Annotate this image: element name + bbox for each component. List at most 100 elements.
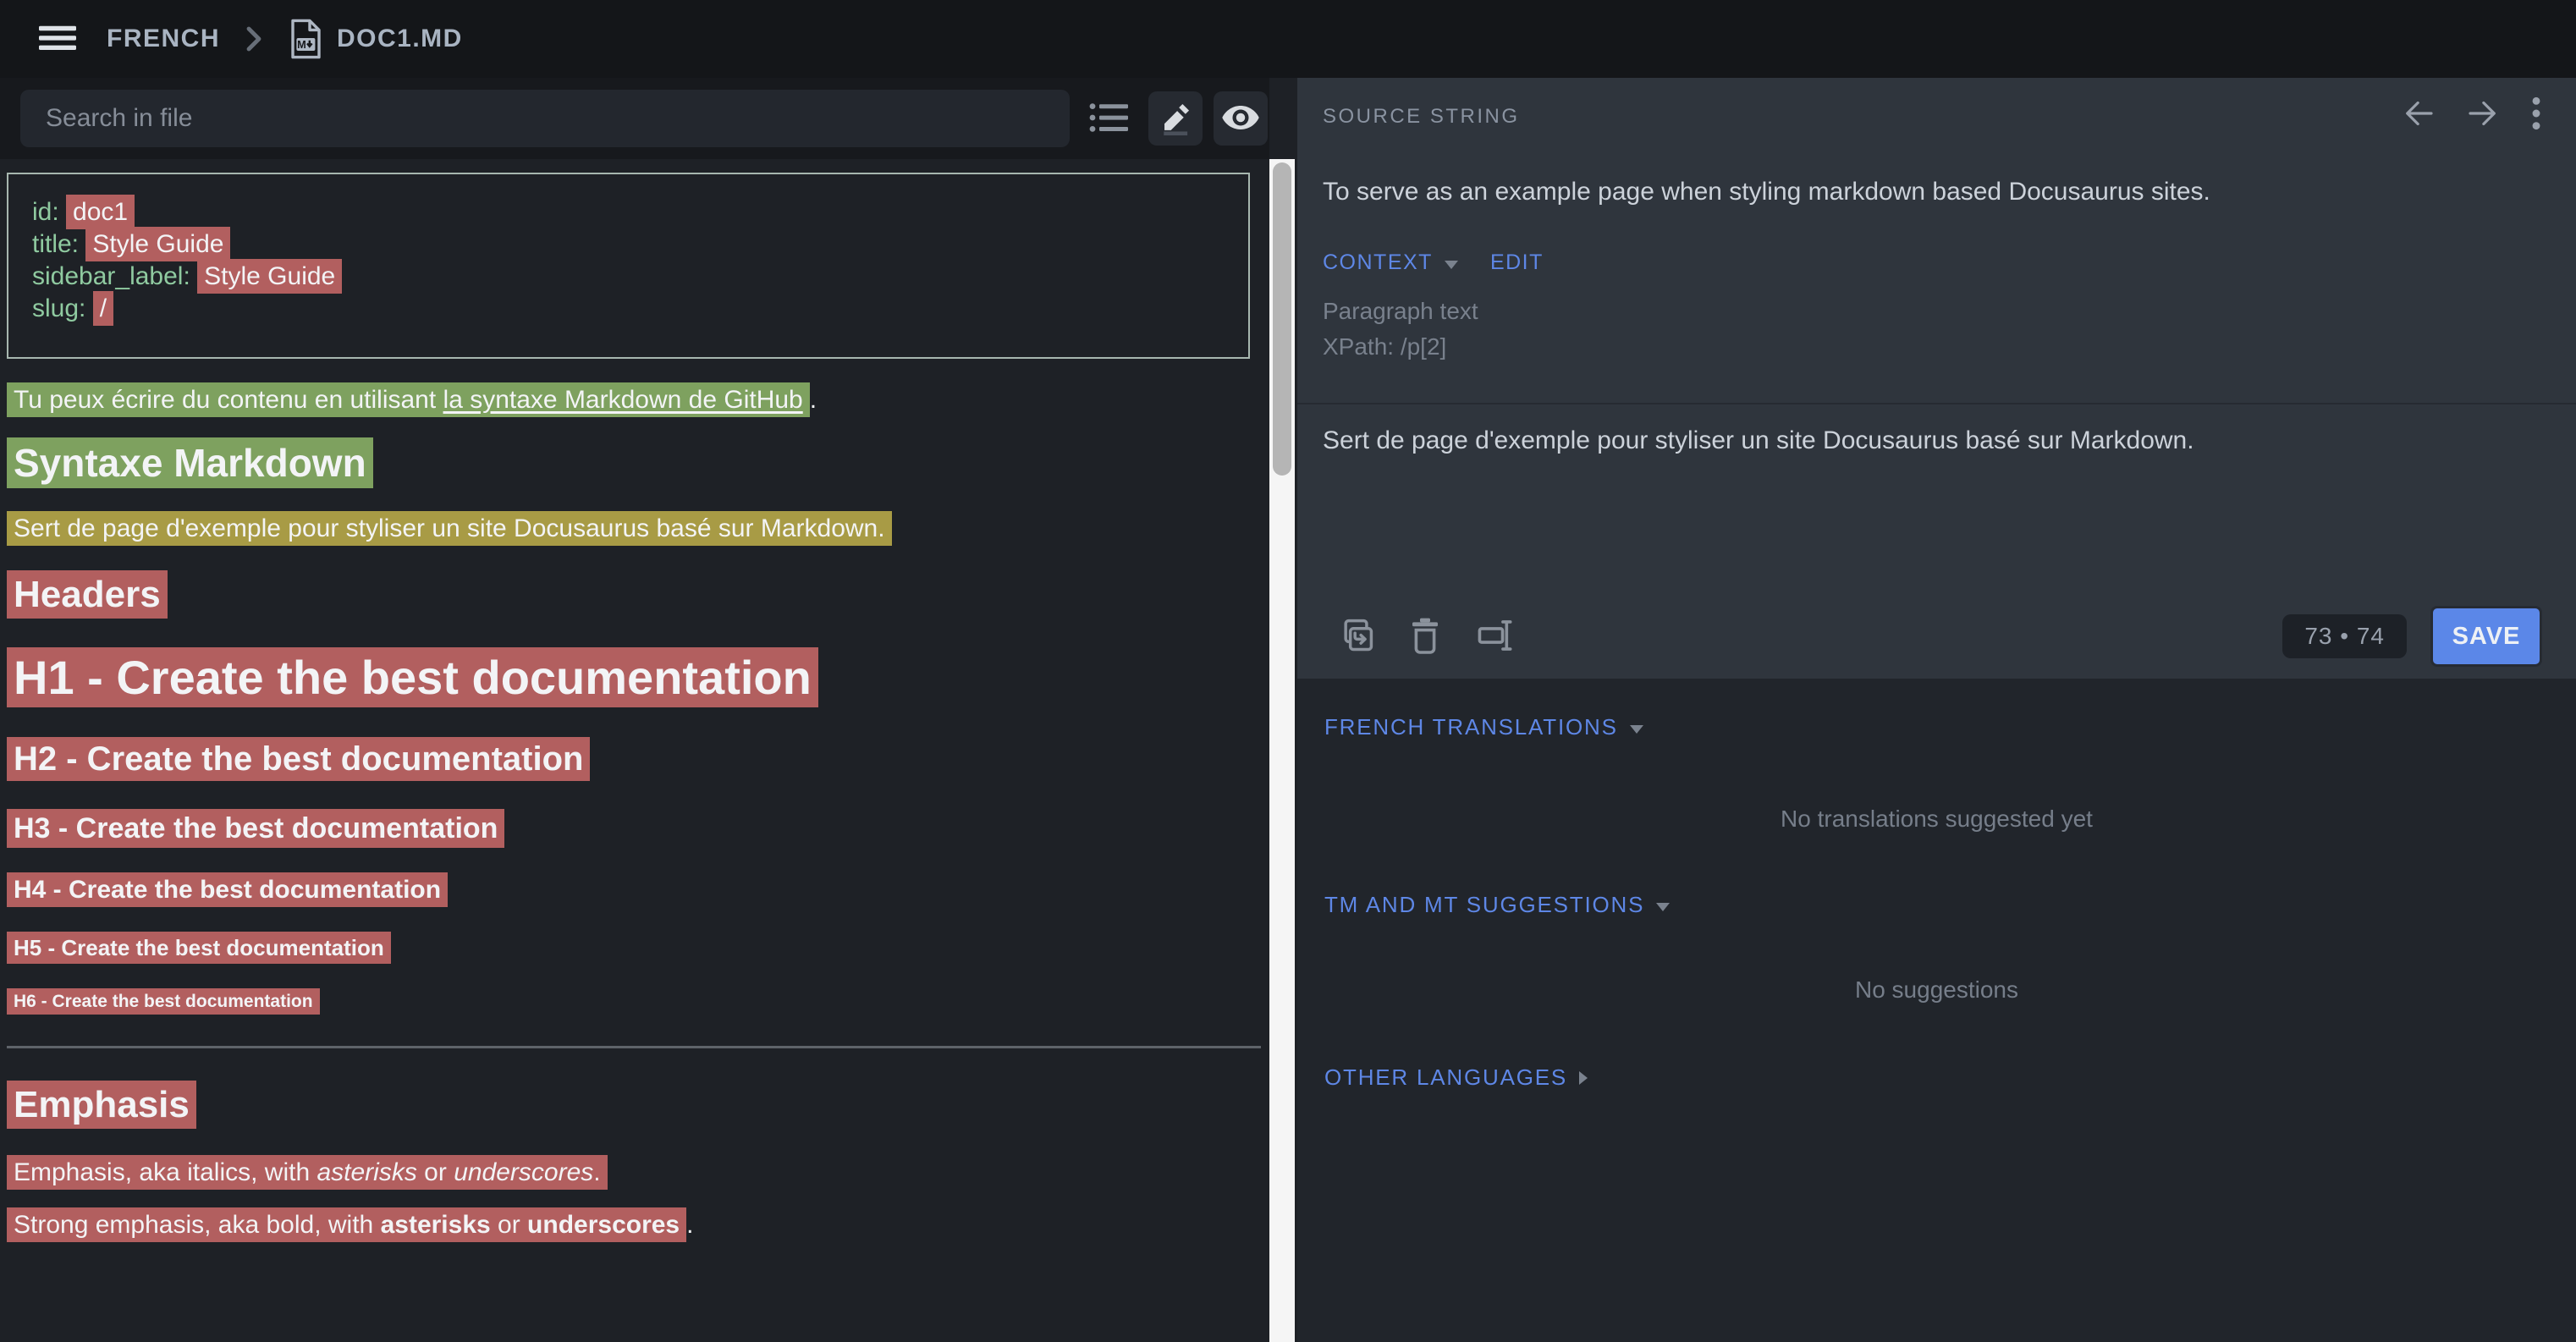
source-string-highlight[interactable]: Headers [7,570,168,619]
search-input[interactable] [20,90,1070,147]
chevron-right-icon [245,25,262,52]
file-toolbar [0,78,1269,159]
frontmatter-line: sidebar_label: Style Guide [32,261,1231,293]
emphasis-text: . [593,1158,600,1186]
next-string-button[interactable] [2466,96,2500,133]
intro-period: . [810,386,817,414]
frontmatter-line: id: doc1 [32,196,1231,228]
previous-string-button[interactable] [2402,96,2436,133]
source-string-highlight[interactable]: H2 - Create the best documentation [7,737,590,781]
preview-mode-button[interactable] [1214,91,1268,146]
strong-bold: underscores [527,1211,680,1239]
translation-side-panel: SOURCE STRING To serve as an example pag… [1297,78,2576,1342]
text-cursor-icon [1475,618,1514,656]
copy-source-icon [1338,617,1375,657]
emphasis-text: or [417,1158,454,1186]
delete-translation-button[interactable] [1411,617,1439,657]
breadcrumb-file[interactable]: DOC1.MD [337,25,463,53]
triangle-down-icon [1445,261,1458,269]
document-scrollbar[interactable] [1269,159,1295,1342]
source-string-highlight[interactable]: / [93,291,113,326]
intro-link[interactable]: la syntaxe Markdown de GitHub [443,386,803,414]
scrollbar-thumb[interactable] [1273,162,1291,476]
source-string-highlight[interactable]: H4 - Create the best documentation [7,872,448,907]
string-navigation [2402,96,2542,133]
translation-textarea[interactable]: Sert de page d'exemple pour styliser un … [1323,426,2539,596]
section-title: TM AND MT SUGGESTIONS [1324,892,1644,918]
tm-mt-suggestions-section-toggle[interactable]: TM AND MT SUGGESTIONS [1324,892,1670,918]
suggestions-empty-state: No suggestions [1297,976,2576,1004]
document-preview: id: doc1 title: Style Guide sidebar_labe… [0,159,1269,1342]
source-string-highlight[interactable]: Emphasis, aka italics, with asterisks or… [7,1155,608,1190]
context-type: Paragraph text [1323,298,1478,325]
doc-paragraph-emphasis: Emphasis, aka italics, with asterisks or… [7,1158,1269,1187]
suggestions-area: FRENCH TRANSLATIONS No translations sugg… [1297,679,2576,1342]
strong-period: . [686,1211,693,1239]
triangle-down-icon [1656,903,1670,911]
emphasis-text: Emphasis, aka italics, with [14,1158,316,1186]
source-string-highlight[interactable]: H5 - Create the best documentation [7,932,391,964]
context-label: CONTEXT [1323,250,1433,275]
save-button[interactable]: SAVE [2430,606,2542,667]
source-string-highlight[interactable]: Emphasis [7,1081,196,1129]
doc-heading-h4: H4 - Create the best documentation [7,876,1269,905]
source-string-highlight[interactable]: Strong emphasis, aka bold, with asterisk… [7,1207,686,1242]
strong-text: or [491,1211,527,1239]
source-string-label: SOURCE STRING [1323,105,1520,129]
kebab-menu-icon [2530,96,2542,133]
copy-source-button[interactable] [1338,617,1375,657]
translation-toolbar: 73 • 74 SAVE [1323,604,2542,668]
emphasis-italic: underscores [454,1158,593,1186]
source-string-highlight[interactable]: H1 - Create the best documentation [7,647,818,707]
french-translations-section-toggle[interactable]: FRENCH TRANSLATIONS [1324,714,1643,740]
doc-paragraph-selected: Sert de page d'exemple pour styliser un … [7,514,1269,543]
doc-heading-h1: H1 - Create the best documentation [7,650,1269,705]
pencil-icon [1158,100,1193,138]
doc-heading-headers: Headers [7,574,1269,616]
hamburger-icon [39,25,76,53]
source-string-highlight[interactable]: Style Guide [197,259,342,294]
doc-heading-h5: H5 - Create the best documentation [7,935,1269,961]
section-title: OTHER LANGUAGES [1324,1064,1567,1091]
intro-text: Tu peux écrire du contenu en utilisant [14,386,443,414]
top-bar: FRENCH M DOC1.MD [0,0,2576,78]
context-toggle[interactable]: CONTEXT [1323,250,1458,275]
context-row: CONTEXT EDIT [1323,250,1544,275]
menu-button[interactable] [39,25,76,53]
source-string-highlight[interactable]: H3 - Create the best documentation [7,809,504,848]
translated-string-highlight[interactable]: Tu peux écrire du contenu en utilisant l… [7,382,810,417]
markdown-file-icon: M [288,19,323,59]
horizontal-rule [7,1046,1261,1048]
eye-icon [1221,105,1260,133]
breadcrumb: FRENCH M DOC1.MD [107,19,463,59]
context-xpath: XPath: /p[2] [1323,333,1446,360]
frontmatter-key: title: [32,230,85,258]
doc-heading-h3: H3 - Create the best documentation [7,812,1269,845]
source-string-highlight[interactable]: H6 - Create the best documentation [7,988,320,1015]
arrow-left-icon [2402,96,2436,133]
triangle-right-icon [1579,1071,1588,1085]
other-languages-section-toggle[interactable]: OTHER LANGUAGES [1324,1064,1588,1091]
svg-text:M: M [297,38,306,51]
editor-left-pane: id: doc1 title: Style Guide sidebar_labe… [0,78,1269,1342]
translations-empty-state: No translations suggested yet [1297,806,2576,833]
frontmatter-line: slug: / [32,293,1231,325]
source-string-card: SOURCE STRING To serve as an example pag… [1297,78,2576,679]
select-text-button[interactable] [1475,618,1514,656]
translated-string-highlight[interactable]: Syntaxe Markdown [7,437,373,488]
breadcrumb-project[interactable]: FRENCH [107,25,220,53]
frontmatter-key: sidebar_label: [32,262,197,290]
strong-text: Strong emphasis, aka bold, with [14,1211,381,1239]
frontmatter-key: id: [32,198,66,226]
edit-mode-button[interactable] [1148,91,1203,146]
more-options-button[interactable] [2530,96,2542,133]
triangle-down-icon [1630,725,1643,734]
frontmatter-line: title: Style Guide [32,228,1231,261]
source-string-highlight[interactable]: Style Guide [85,227,230,261]
source-string-highlight[interactable]: doc1 [66,195,135,229]
selected-string-highlight[interactable]: Sert de page d'exemple pour styliser un … [7,511,892,546]
strings-list-button[interactable] [1089,91,1130,146]
doc-paragraph-intro: Tu peux écrire du contenu en utilisant l… [7,386,1269,415]
edit-context-button[interactable]: EDIT [1490,250,1544,275]
doc-heading-h6: H6 - Create the best documentation [7,992,1269,1012]
